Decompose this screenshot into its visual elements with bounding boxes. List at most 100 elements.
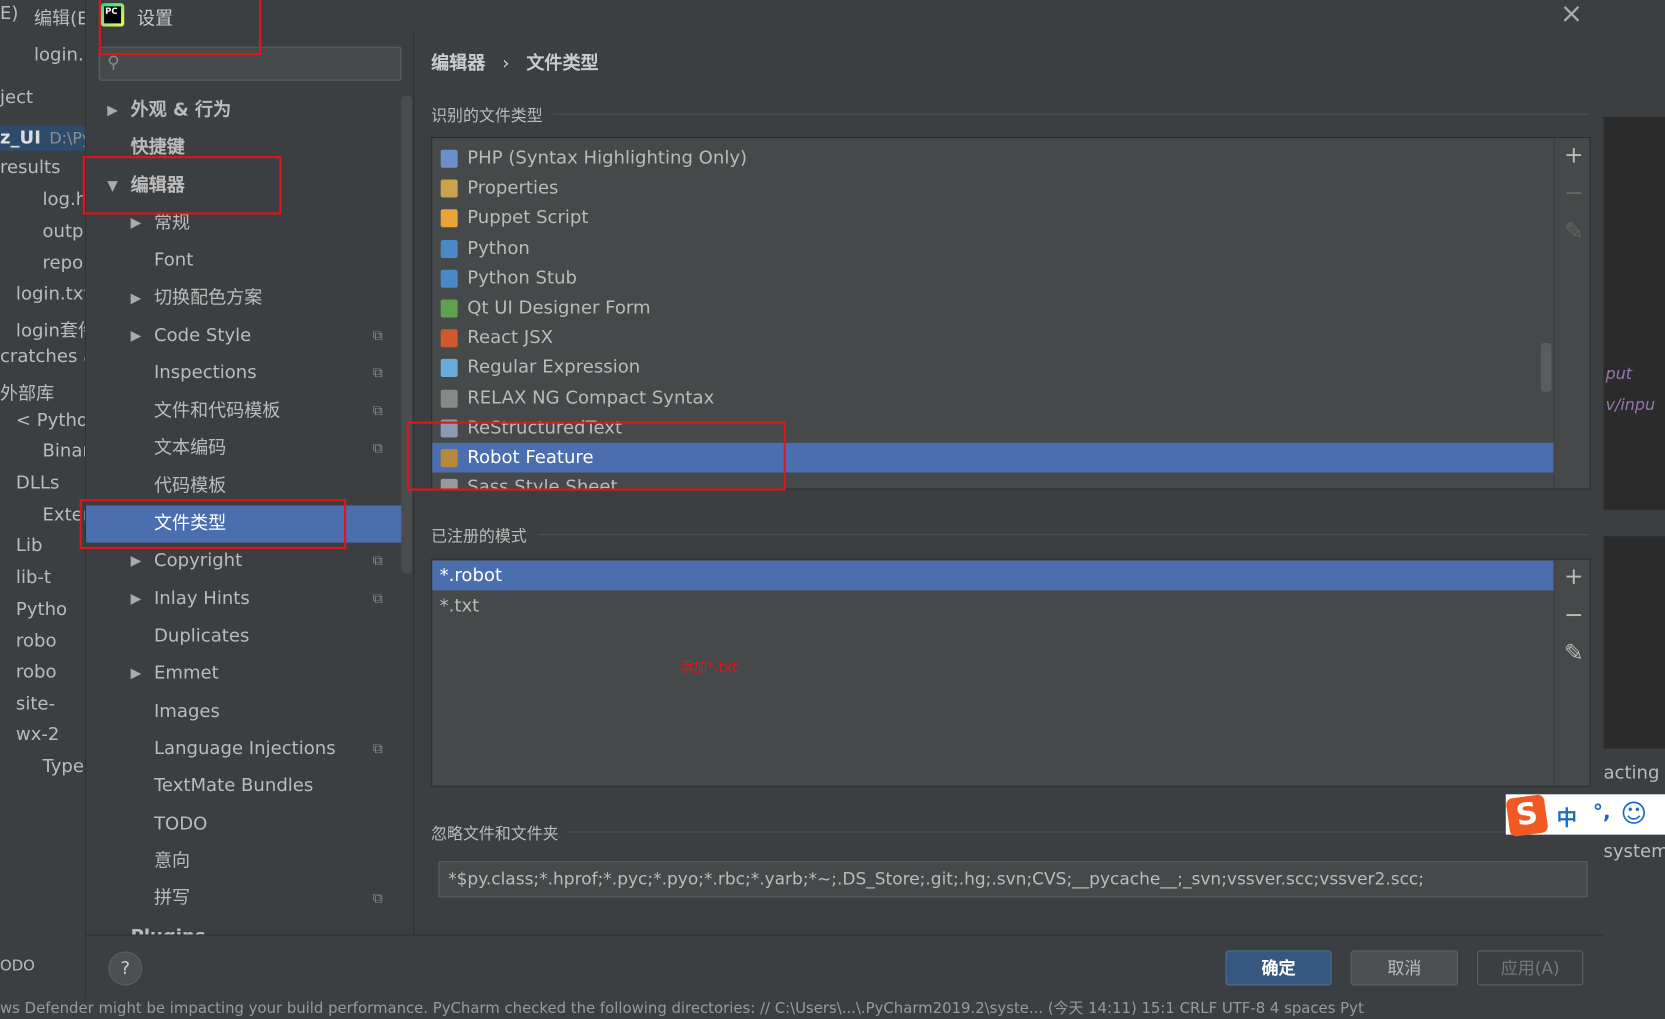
project-tree-item[interactable]: < Pytho: [16, 410, 85, 431]
nav-item[interactable]: ▶ Code Style ⧉: [86, 318, 401, 355]
nav-item-label: Language Injections: [153, 737, 336, 760]
nav-item[interactable]: Plugins: [86, 918, 401, 935]
project-tree-item[interactable]: login套件: [16, 315, 85, 342]
menu-file[interactable]: E): [0, 3, 18, 24]
file-type-item[interactable]: Regular Expression: [432, 353, 1553, 383]
nav-item[interactable]: ▶ 切换配色方案: [86, 280, 401, 317]
chevron-right-icon[interactable]: ▶: [131, 318, 142, 355]
nav-item[interactable]: 意向: [86, 843, 401, 880]
ime-toolbar[interactable]: S 中 °, ☺: [1505, 793, 1665, 838]
close-icon[interactable]: ×: [1560, 0, 1583, 30]
nav-item[interactable]: 拼写 ⧉: [86, 881, 401, 918]
nav-scrollbar[interactable]: [401, 95, 413, 574]
nav-item[interactable]: Font: [86, 243, 401, 280]
ok-button[interactable]: 确定: [1225, 950, 1332, 986]
dialog-titlebar: PC 设置 ×: [86, 0, 1605, 32]
add-type-button[interactable]: +: [1558, 142, 1590, 169]
help-button[interactable]: ?: [108, 951, 143, 986]
nav-item[interactable]: 文件和代码模板 ⧉: [86, 393, 401, 430]
menu-edit[interactable]: 编辑(E: [34, 3, 85, 30]
ide-tab[interactable]: login.: [34, 45, 84, 66]
file-type-item[interactable]: Properties: [432, 173, 1553, 203]
sogou-logo-icon: S: [1505, 793, 1549, 838]
types-scrollbar[interactable]: [1540, 342, 1552, 392]
project-tree-item[interactable]: Type: [42, 756, 83, 777]
patterns-list: *.robot *.txt + − ✎ 添加*.txt: [431, 558, 1591, 787]
nav-item[interactable]: TODO: [86, 806, 401, 843]
nav-item[interactable]: ▶ 外观 & 行为: [86, 92, 401, 129]
nav-item-label: 文件和代码模板: [153, 400, 281, 422]
project-tree-item[interactable]: Exter: [42, 504, 84, 525]
ignore-files-input[interactable]: *$py.class;*.hprof;*.pyc;*.pyo;*.rbc;*.y…: [438, 861, 1588, 898]
project-tree-item[interactable]: cratches a: [0, 346, 85, 367]
file-type-item[interactable]: Qt UI Designer Form: [432, 293, 1553, 323]
todo-tab[interactable]: ODO: [0, 958, 35, 975]
project-tree-item[interactable]: results: [0, 157, 60, 178]
project-tree-item[interactable]: robo: [16, 631, 57, 652]
project-scope-icon: ⧉: [372, 440, 383, 457]
nav-item[interactable]: Images: [86, 693, 401, 730]
ime-mode[interactable]: 中: [1557, 803, 1577, 832]
project-root-row[interactable]: z_UI D:\Py: [0, 125, 85, 151]
chevron-right-icon[interactable]: ▶: [107, 92, 118, 129]
file-type-icon: [440, 299, 458, 318]
nav-item[interactable]: ▶ Emmet: [86, 655, 401, 692]
project-tree-item[interactable]: DLLs: [16, 473, 59, 494]
emoji-icon[interactable]: ☺: [1620, 799, 1647, 829]
remove-pattern-button[interactable]: −: [1558, 602, 1590, 629]
nav-item[interactable]: TextMate Bundles: [86, 768, 401, 805]
project-tree-item[interactable]: wx-2: [16, 724, 59, 745]
chevron-right-icon[interactable]: ▶: [131, 280, 142, 317]
nav-item[interactable]: Language Injections ⧉: [86, 731, 401, 768]
pattern-item[interactable]: *.txt: [432, 591, 1553, 621]
file-type-label: Python: [467, 237, 530, 259]
nav-item[interactable]: Duplicates: [86, 618, 401, 655]
breadcrumb-editor[interactable]: 编辑器: [431, 53, 485, 74]
project-tree-item[interactable]: outp: [42, 221, 83, 242]
project-tree-item[interactable]: Pytho: [16, 599, 67, 620]
project-tree-item[interactable]: log.h: [42, 189, 84, 210]
status-bar: ws Defender might be impacting your buil…: [0, 998, 1665, 1019]
project-tree-item[interactable]: 外部库: [0, 378, 54, 404]
cancel-button[interactable]: 取消: [1350, 950, 1458, 986]
file-type-icon: [440, 179, 458, 198]
project-tree-item[interactable]: robo: [16, 662, 57, 683]
project-scope-icon: ⧉: [372, 590, 383, 607]
edit-type-button[interactable]: ✎: [1558, 219, 1590, 246]
project-tree-item[interactable]: Lib: [16, 535, 43, 556]
nav-item[interactable]: ▶ Inlay Hints ⧉: [86, 580, 401, 617]
nav-item[interactable]: Inspections ⧉: [86, 355, 401, 392]
file-type-item[interactable]: Python Stub: [432, 263, 1553, 293]
project-tree-item[interactable]: Binar: [42, 441, 84, 462]
project-tree-item[interactable]: site-: [16, 693, 55, 714]
file-type-icon: [440, 329, 458, 348]
file-type-item[interactable]: Puppet Script: [432, 203, 1553, 233]
pattern-item[interactable]: *.robot: [432, 560, 1554, 591]
project-scope-icon: ⧉: [372, 891, 383, 908]
nav-item-label: TextMate Bundles: [153, 775, 314, 797]
project-tree-item[interactable]: repo: [42, 253, 83, 274]
project-dropdown[interactable]: ject: [0, 87, 33, 108]
project-tree-item[interactable]: login.txt: [16, 284, 85, 305]
project-scope-icon: ⧉: [372, 741, 383, 758]
edit-pattern-button[interactable]: ✎: [1558, 640, 1590, 667]
file-type-label: RELAX NG Compact Syntax: [467, 387, 715, 409]
file-type-item[interactable]: React JSX: [432, 323, 1553, 353]
file-type-label: Regular Expression: [467, 357, 641, 379]
chevron-right-icon[interactable]: ▶: [131, 580, 142, 617]
ime-punct[interactable]: °,: [1593, 801, 1611, 824]
file-type-item[interactable]: PHP (Syntax Highlighting Only): [432, 143, 1553, 173]
apply-button[interactable]: 应用(A): [1477, 950, 1584, 986]
file-type-label: Properties: [467, 177, 559, 199]
add-pattern-button[interactable]: +: [1558, 564, 1590, 591]
highlight-box: [98, 0, 262, 56]
nav-item[interactable]: 文本编码 ⧉: [86, 430, 401, 467]
remove-type-button[interactable]: −: [1558, 181, 1590, 208]
file-type-item[interactable]: Python: [432, 233, 1553, 263]
code-line: v/inpu: [1605, 395, 1656, 415]
file-type-item[interactable]: RELAX NG Compact Syntax: [432, 383, 1553, 413]
project-scope-icon: ⧉: [372, 553, 383, 570]
chevron-right-icon[interactable]: ▶: [131, 655, 142, 692]
recognized-types-label: 识别的文件类型: [431, 106, 543, 126]
project-tree-item[interactable]: lib-t: [16, 567, 51, 588]
